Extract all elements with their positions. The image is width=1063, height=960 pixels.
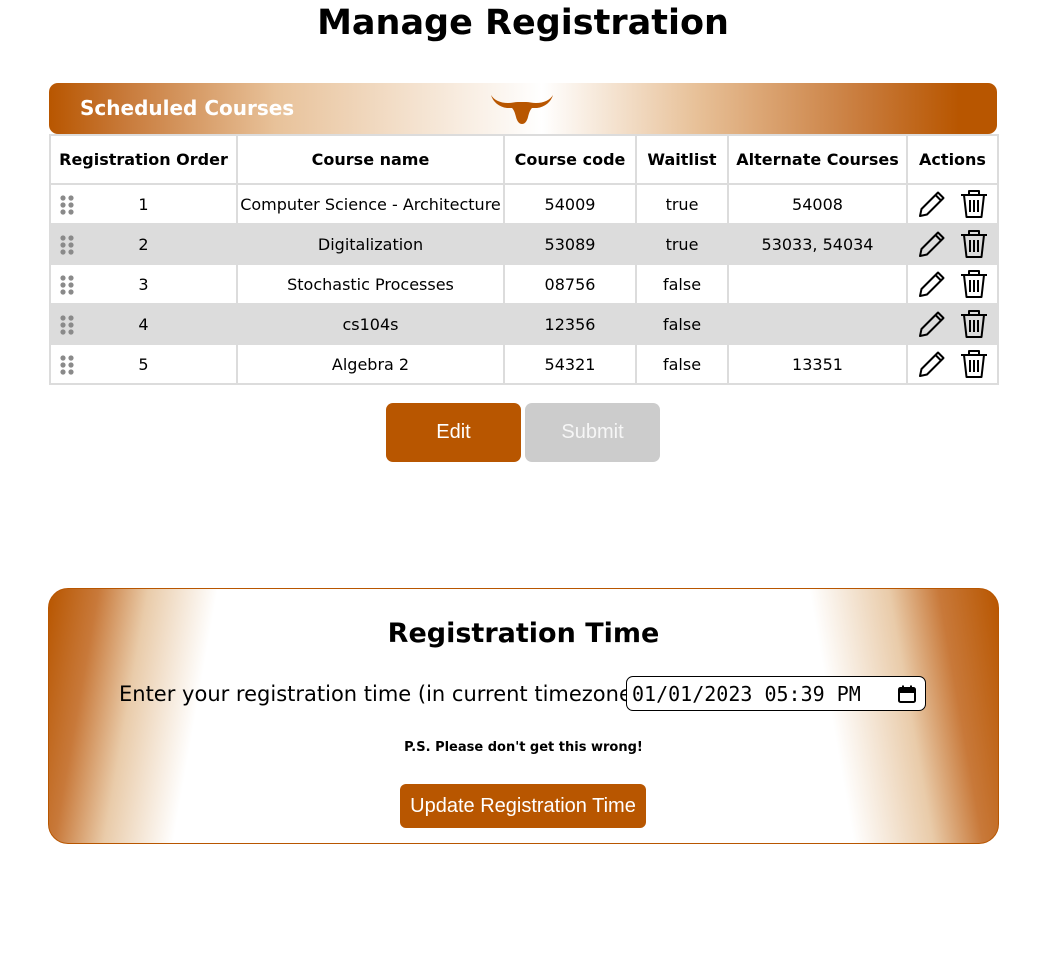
order-cell: 3 <box>49 263 238 305</box>
column-header: Actions <box>906 134 999 185</box>
trash-icon[interactable] <box>958 308 990 340</box>
drag-handle-icon[interactable] <box>60 195 74 215</box>
drag-handle-icon[interactable] <box>60 355 74 375</box>
scheduled-courses-title: Scheduled Courses <box>80 96 295 120</box>
column-header[interactable]: Registration Order <box>49 134 238 185</box>
waitlist-cell: false <box>635 303 729 345</box>
actions-cell <box>906 343 999 385</box>
table-row[interactable]: 4 cs104s 12356 false <box>49 303 999 345</box>
course-name-cell: Computer Science - Architecture <box>236 183 505 225</box>
table-row[interactable]: 2 Digitalization 53089 true 53033, 54034 <box>49 223 999 265</box>
table-header-row: Registration Order Course name Course co… <box>49 134 999 185</box>
course-code-cell: 08756 <box>503 263 637 305</box>
drag-handle-icon[interactable] <box>60 275 74 295</box>
submit-button[interactable]: Submit <box>525 403 660 462</box>
calendar-icon[interactable] <box>898 685 916 703</box>
pencil-icon[interactable] <box>916 308 948 340</box>
order-cell: 4 <box>49 303 238 345</box>
course-name-cell: Digitalization <box>236 223 505 265</box>
trash-icon[interactable] <box>958 348 990 380</box>
registration-time-label: Enter your registration time (in current… <box>119 682 648 706</box>
pencil-icon[interactable] <box>916 188 948 220</box>
drag-handle-icon[interactable] <box>60 235 74 255</box>
order-value: 4 <box>138 314 149 334</box>
table-row[interactable]: 1 Computer Science - Architecture 54009 … <box>49 183 999 225</box>
column-header[interactable]: Course name <box>236 134 505 185</box>
drag-handle-icon[interactable] <box>60 315 74 335</box>
column-header[interactable]: Course code <box>503 134 637 185</box>
actions-cell <box>906 223 999 265</box>
waitlist-cell: false <box>635 343 729 385</box>
actions-cell <box>906 303 999 345</box>
course-name-cell: cs104s <box>236 303 505 345</box>
longhorn-logo-icon <box>491 95 553 124</box>
registration-time-title: Registration Time <box>387 618 660 649</box>
trash-icon[interactable] <box>958 268 990 300</box>
scheduled-courses-header: Scheduled Courses <box>49 83 997 134</box>
registration-time-panel: Registration Time Enter your registratio… <box>48 588 999 844</box>
alternates-cell: 13351 <box>727 343 908 385</box>
column-header[interactable]: Waitlist <box>635 134 729 185</box>
waitlist-cell: true <box>635 223 729 265</box>
waitlist-cell: true <box>635 183 729 225</box>
table-row[interactable]: 3 Stochastic Processes 08756 false <box>49 263 999 305</box>
actions-cell <box>906 183 999 225</box>
pencil-icon[interactable] <box>916 268 948 300</box>
pencil-icon[interactable] <box>916 228 948 260</box>
edit-button[interactable]: Edit <box>386 403 521 462</box>
column-header[interactable]: Alternate Courses <box>727 134 908 185</box>
course-code-cell: 53089 <box>503 223 637 265</box>
course-code-cell: 54009 <box>503 183 637 225</box>
trash-icon[interactable] <box>958 228 990 260</box>
course-code-cell: 54321 <box>503 343 637 385</box>
order-cell: 1 <box>49 183 238 225</box>
table-row[interactable]: 5 Algebra 2 54321 false 13351 <box>49 343 999 385</box>
order-value: 5 <box>138 354 149 374</box>
page-title: Manage Registration <box>317 3 729 43</box>
warning-note: P.S. Please don't get this wrong! <box>404 740 643 755</box>
update-registration-time-button[interactable]: Update Registration Time <box>400 784 646 828</box>
order-value: 3 <box>138 274 149 294</box>
alternates-cell: 54008 <box>727 183 908 225</box>
registration-datetime-input[interactable]: 01/01/2023 05:39 PM <box>626 676 926 711</box>
actions-cell <box>906 263 999 305</box>
alternates-cell <box>727 263 908 305</box>
course-name-cell: Algebra 2 <box>236 343 505 385</box>
waitlist-cell: false <box>635 263 729 305</box>
alternates-cell: 53033, 54034 <box>727 223 908 265</box>
pencil-icon[interactable] <box>916 348 948 380</box>
order-value: 2 <box>138 234 149 254</box>
order-value: 1 <box>138 194 149 214</box>
course-name-cell: Stochastic Processes <box>236 263 505 305</box>
alternates-cell <box>727 303 908 345</box>
order-cell: 5 <box>49 343 238 385</box>
scheduled-courses-table: Registration Order Course name Course co… <box>49 134 999 385</box>
order-cell: 2 <box>49 223 238 265</box>
course-code-cell: 12356 <box>503 303 637 345</box>
trash-icon[interactable] <box>958 188 990 220</box>
datetime-value: 01/01/2023 05:39 PM <box>632 682 861 706</box>
